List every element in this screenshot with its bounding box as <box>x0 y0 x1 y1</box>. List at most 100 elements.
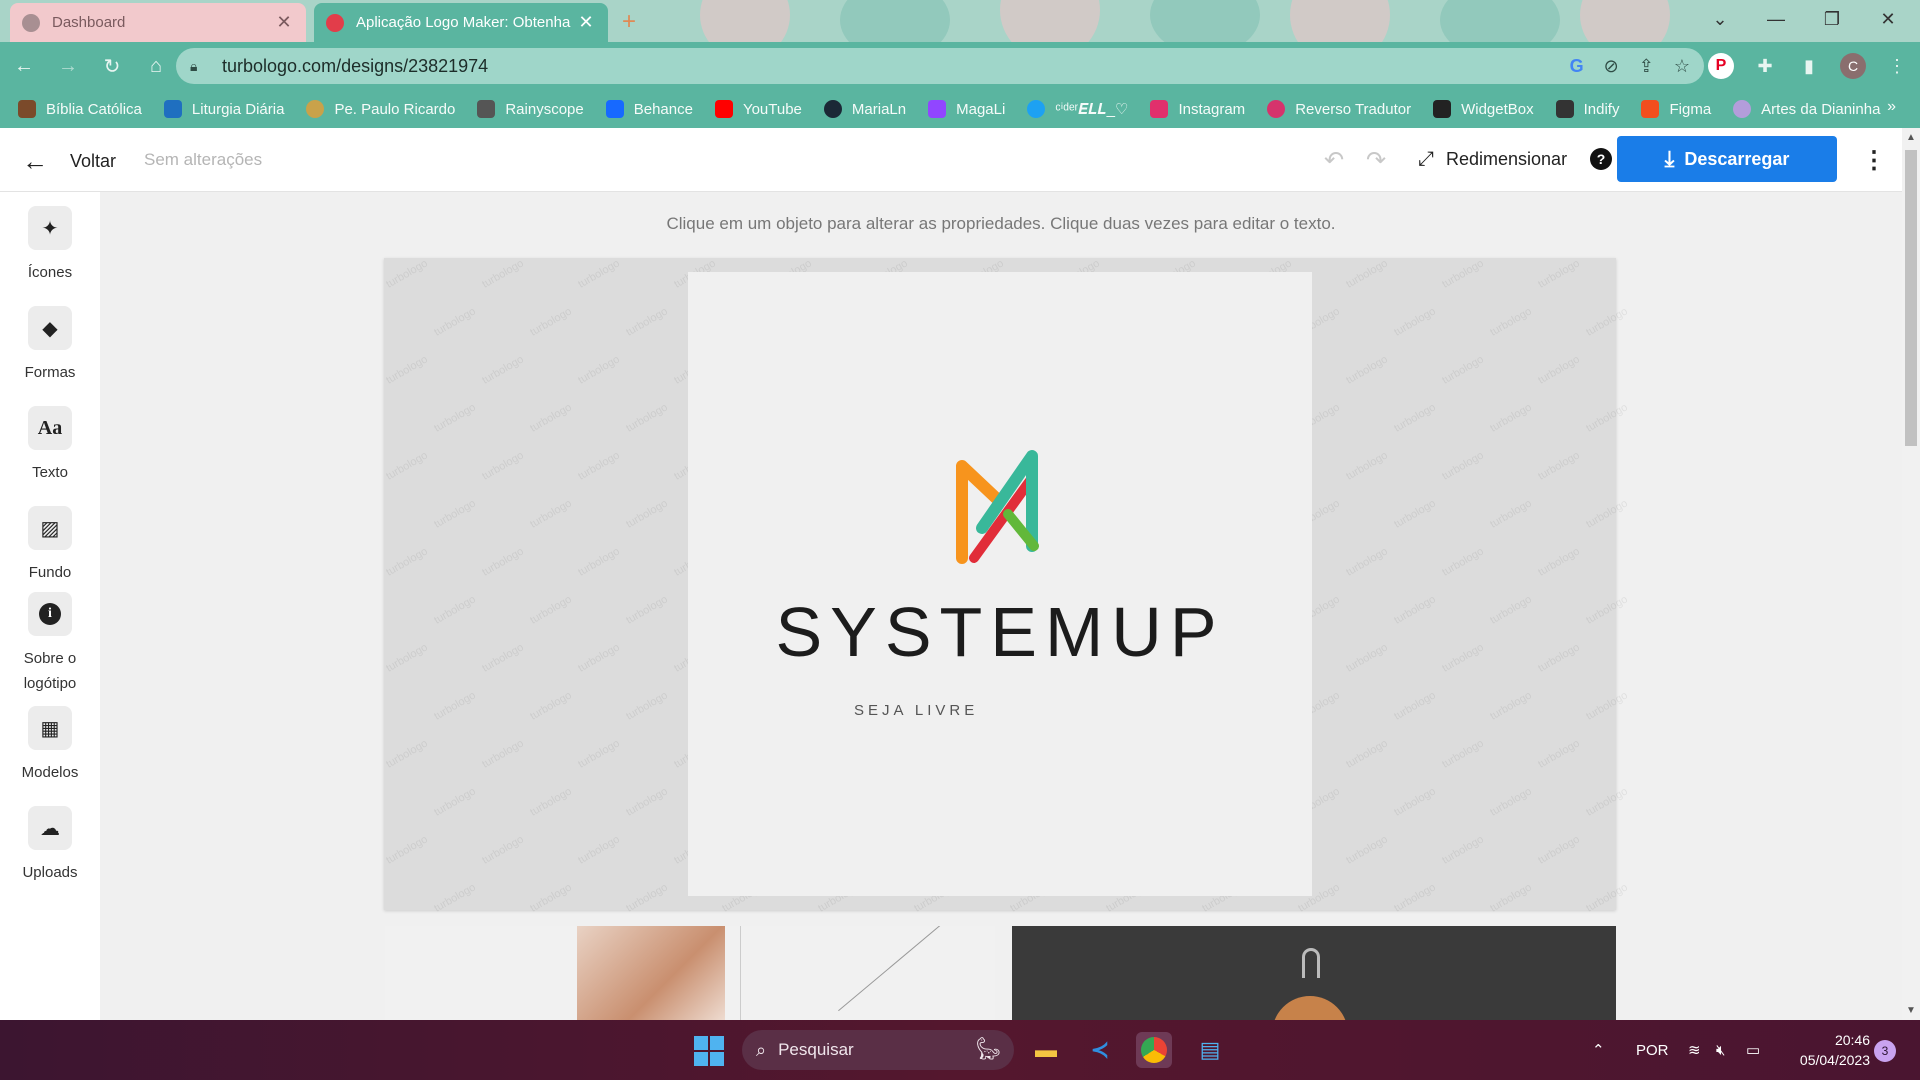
sidebar-item-icones[interactable]: ✦ Ícones <box>0 206 100 285</box>
taskbar-search[interactable]: ⌕ Pesquisar 🦕︎ <box>742 1030 1014 1070</box>
watermark-text: turbologo <box>1344 353 1390 387</box>
vscode-icon[interactable]: ≺ <box>1082 1032 1118 1068</box>
back-button[interactable]: ← Voltar <box>22 146 116 177</box>
more-options-icon[interactable]: ⋮ <box>1862 146 1886 175</box>
close-window-icon[interactable]: ✕ <box>1860 0 1916 38</box>
chrome-icon[interactable] <box>1136 1032 1172 1068</box>
sidebar-item-modelos[interactable]: ▦ Modelos <box>0 706 100 785</box>
scroll-down-icon[interactable]: ▼ <box>1906 1005 1916 1016</box>
watermark-text: turbologo <box>1584 401 1630 435</box>
watermark-text: turbologo <box>1392 785 1438 819</box>
toolbar-extensions: P ✚ ▮ C ⋮ <box>1708 48 1910 84</box>
watermark-text: turbologo <box>528 497 574 531</box>
watermark-text: turbologo <box>1440 833 1486 867</box>
sidebar-item-uploads[interactable]: ☁ Uploads <box>0 806 100 885</box>
bookmark-biblia[interactable]: Bíblia Católica <box>18 100 142 118</box>
bookmark-twitter[interactable]: ᶜⁱᵈᵉʳ𝑬𝑳𝑳_♡ <box>1027 100 1128 118</box>
close-tab-icon[interactable]: ✕ <box>576 12 596 33</box>
language-indicator[interactable]: POR <box>1636 1020 1669 1080</box>
battery-icon[interactable]: ▭ <box>1746 1020 1760 1080</box>
undo-icon[interactable]: ↶ <box>1324 146 1344 175</box>
scrollbar-thumb[interactable] <box>1905 150 1917 446</box>
bookmark-reverso[interactable]: Reverso Tradutor <box>1267 100 1411 118</box>
bookmark-label: Bíblia Católica <box>46 100 142 118</box>
back-nav-icon[interactable]: ← <box>4 46 44 86</box>
sidebar-item-fundo[interactable]: ▨ Fundo <box>0 506 100 585</box>
google-lens-icon[interactable]: G <box>1570 56 1584 77</box>
template-thumbnail[interactable] <box>1012 926 1616 1020</box>
wifi-icon[interactable]: ≋ <box>1688 1020 1701 1080</box>
tab-search-icon[interactable]: ⌄ <box>1692 0 1748 38</box>
notification-badge[interactable]: 3 <box>1874 1040 1896 1062</box>
design-canvas[interactable]: turbologo turbologo turbologo turbologo turb… <box>384 257 1630 915</box>
watermark-text: turbologo <box>576 353 622 387</box>
watermark-text: turbologo <box>1488 785 1534 819</box>
bookmark-marialn[interactable]: MariaLn <box>823 100 906 118</box>
bookmark-paulo-ricardo[interactable]: Pe. Paulo Ricardo <box>306 100 455 118</box>
resize-button[interactable]: ⤢ Redimensionar <box>1418 148 1567 171</box>
watermark-text: turbologo <box>384 353 430 387</box>
bookmark-behance[interactable]: Behance <box>605 100 693 118</box>
logo-brand-text[interactable]: SYSTEMUP <box>688 592 1312 672</box>
sidebar-item-texto[interactable]: Aa Texto <box>0 406 100 485</box>
bookmark-star-icon[interactable]: ☆ <box>1674 56 1690 77</box>
file-explorer-icon[interactable]: ▬ <box>1028 1032 1064 1068</box>
restore-icon[interactable]: ❐ <box>1804 0 1860 38</box>
bookmark-magali[interactable]: MagaLi <box>928 100 1005 118</box>
widgetbox-icon <box>1433 100 1452 118</box>
browser-toolbar: ← → ↻ ⌂ 🔒︎ turbologo.com/designs/2382197… <box>0 42 1920 90</box>
redo-icon[interactable]: ↷ <box>1366 146 1386 175</box>
bookmark-figma[interactable]: Figma <box>1641 100 1711 118</box>
help-chat-icon[interactable]: ? <box>1590 148 1612 170</box>
windows-start-icon[interactable] <box>694 1036 724 1066</box>
tab-title: Dashboard <box>52 14 126 31</box>
save-status: Sem alterações <box>144 150 263 169</box>
tray-overflow-icon[interactable]: ⌃ <box>1592 1020 1605 1080</box>
profile-avatar[interactable]: C <box>1840 53 1866 79</box>
more-bookmarks-icon[interactable]: » <box>1887 98 1896 116</box>
bookmark-instagram[interactable]: Instagram <box>1150 100 1245 118</box>
download-label: Descarregar <box>1684 148 1790 169</box>
page-scrollbar[interactable]: ▲ ▼ <box>1902 128 1920 1020</box>
close-tab-icon[interactable]: ✕ <box>274 12 294 33</box>
home-icon[interactable]: ⌂ <box>136 46 176 86</box>
bookmark-label: Artes da Dianinha <box>1761 100 1881 118</box>
logo-artboard[interactable]: SYSTEMUP SEJA LIVRE <box>688 272 1312 896</box>
extensions-icon[interactable]: ✚ <box>1752 53 1778 79</box>
sidebar-item-sobre[interactable]: i Sobre o logótipo <box>0 592 100 696</box>
system-clock[interactable]: 20:46 05/04/2023 <box>1786 1030 1870 1070</box>
tracking-blocked-icon[interactable]: ⊘ <box>1604 56 1619 77</box>
address-bar[interactable]: 🔒︎ turbologo.com/designs/23821974 G ⊘ ⇪ … <box>176 48 1704 84</box>
sidebar-item-formas[interactable]: ◆ Formas <box>0 306 100 385</box>
watermark-text: turbologo <box>432 497 478 531</box>
bookmark-youtube[interactable]: YouTube <box>714 100 802 118</box>
scroll-up-icon[interactable]: ▲ <box>1906 132 1916 143</box>
minimize-icon[interactable]: — <box>1748 0 1804 38</box>
lock-icon[interactable]: 🔒︎ <box>190 58 210 75</box>
tab-dashboard[interactable]: Dashboard ✕ <box>10 3 306 42</box>
logo-mark-icon[interactable] <box>946 446 1054 566</box>
bookmark-widgetbox[interactable]: WidgetBox <box>1433 100 1534 118</box>
watermark-text: turbologo <box>1536 353 1582 387</box>
url-text: turbologo.com/designs/23821974 <box>222 55 489 76</box>
bookmark-liturgia[interactable]: Liturgia Diária <box>163 100 284 118</box>
watermark-text: turbologo <box>1536 545 1582 579</box>
bookmark-indify[interactable]: Indify <box>1555 100 1619 118</box>
reload-icon[interactable]: ↻ <box>92 46 132 86</box>
download-button[interactable]: ⤓ Descarregar <box>1617 136 1837 182</box>
template-thumbnail[interactable] <box>385 926 995 1020</box>
notepad-icon[interactable]: ▤ <box>1192 1032 1228 1068</box>
new-tab-button[interactable]: + <box>622 8 636 36</box>
forward-nav-icon[interactable]: → <box>48 46 88 86</box>
logo-slogan-text[interactable]: SEJA LIVRE <box>854 702 978 719</box>
tab-logo-maker[interactable]: Aplicação Logo Maker: Obtenha ✕ <box>314 3 608 42</box>
chrome-menu-icon[interactable]: ⋮ <box>1884 53 1910 79</box>
info-icon: i <box>28 592 72 636</box>
bookmark-dianinha[interactable]: Artes da Dianinha <box>1733 100 1880 118</box>
pinterest-icon[interactable]: P <box>1708 53 1734 79</box>
share-icon[interactable]: ⇪ <box>1639 56 1654 77</box>
side-panel-icon[interactable]: ▮ <box>1796 53 1822 79</box>
bookmark-rainyscope[interactable]: Rainyscope <box>477 100 584 118</box>
volume-muted-icon[interactable]: 🔇︎ <box>1716 1020 1725 1080</box>
decor-shape <box>840 0 950 42</box>
